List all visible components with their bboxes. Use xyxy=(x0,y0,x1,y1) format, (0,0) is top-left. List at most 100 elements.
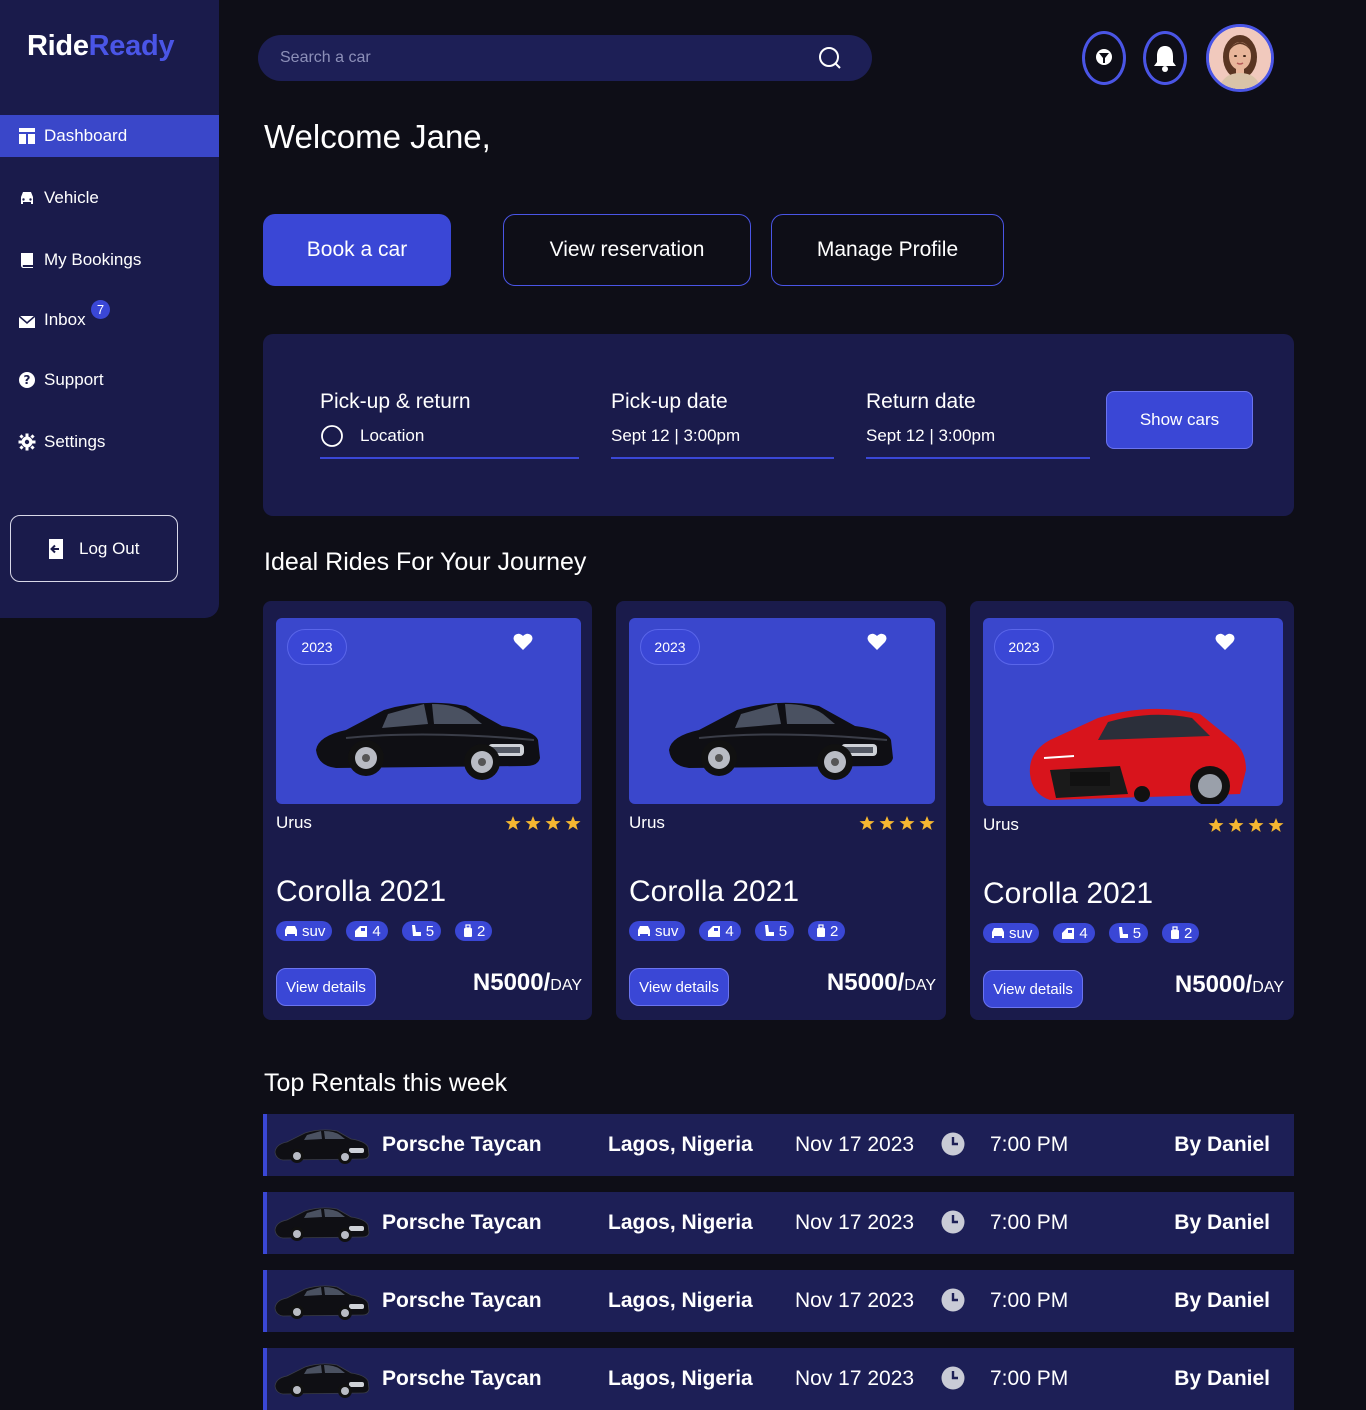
return-date-label: Return date xyxy=(866,390,976,413)
year-badge: 2023 xyxy=(640,629,700,665)
rental-time: 7:00 PM xyxy=(990,1133,1069,1156)
rental-row[interactable]: Porsche Taycan Lagos, Nigeria Nov 17 202… xyxy=(263,1114,1294,1176)
user-avatar[interactable] xyxy=(1206,24,1274,92)
return-date-value: Sept 12 | 3:00pm xyxy=(866,426,996,445)
logout-button[interactable]: Log Out xyxy=(10,515,178,582)
rental-row[interactable]: Porsche Taycan Lagos, Nigeria Nov 17 202… xyxy=(263,1270,1294,1332)
rental-location: Lagos, Nigeria xyxy=(608,1211,753,1234)
notifications-button[interactable] xyxy=(1143,31,1187,85)
car-model: Urus xyxy=(983,815,1019,834)
clock-icon xyxy=(941,1132,965,1156)
rental-car-name: Porsche Taycan xyxy=(382,1211,542,1234)
heart-icon[interactable] xyxy=(1215,633,1235,651)
inbox-count-badge: 7 xyxy=(91,300,110,319)
sidebar-item-vehicle[interactable]: Vehicle xyxy=(0,177,219,219)
spec-bags-value: 2 xyxy=(477,922,486,940)
rental-time: 7:00 PM xyxy=(990,1289,1069,1312)
sidebar-item-settings[interactable]: Settings xyxy=(0,421,219,463)
spec-doors-value: 4 xyxy=(1079,924,1088,942)
door-icon xyxy=(708,926,721,937)
car-card[interactable]: 2023 Urus Corolla 2021 suv 4 5 2 View de… xyxy=(970,601,1294,1020)
rental-owner: By Daniel xyxy=(1174,1367,1270,1390)
sidebar-item-support[interactable]: ? Support xyxy=(0,359,219,401)
car-icon xyxy=(638,926,650,936)
seat-icon xyxy=(1118,927,1128,938)
filter-button[interactable] xyxy=(1082,31,1126,85)
view-reservation-button[interactable]: View reservation xyxy=(503,214,751,286)
manage-profile-button[interactable]: Manage Profile xyxy=(771,214,1004,286)
book-car-button[interactable]: Book a car xyxy=(263,214,451,286)
pickup-location-label: Pick-up & return xyxy=(320,390,471,413)
ideal-rides-heading: Ideal Rides For Your Journey xyxy=(264,548,587,576)
year-badge: 2023 xyxy=(287,629,347,665)
car-name: Corolla 2021 xyxy=(629,875,800,908)
gear-icon xyxy=(18,433,36,451)
price-amount: N5000/ xyxy=(1174,971,1253,998)
show-cars-button[interactable]: Show cars xyxy=(1106,391,1253,449)
spec-seats-value: 5 xyxy=(425,922,435,940)
spec-seats: 5 xyxy=(754,921,795,941)
car-image-panel[interactable]: 2023 xyxy=(276,618,581,804)
star-icon xyxy=(1248,818,1264,832)
brand-logo[interactable]: RideReady xyxy=(27,30,175,63)
search-icon[interactable] xyxy=(818,46,842,70)
rental-car-name: Porsche Taycan xyxy=(382,1289,542,1312)
pickup-date-value: Sept 12 | 3:00pm xyxy=(611,426,741,445)
rental-date: Nov 17 2023 xyxy=(795,1289,915,1312)
rental-time: 7:00 PM xyxy=(990,1211,1069,1234)
seat-icon xyxy=(411,925,421,936)
spec-type-value: suv xyxy=(302,922,326,940)
mail-icon xyxy=(18,315,36,328)
spec-doors: 4 xyxy=(699,921,741,941)
spec-bags: 2 xyxy=(455,921,493,941)
view-details-button[interactable]: View details xyxy=(276,968,376,1006)
seat-icon xyxy=(764,925,774,936)
car-name: Corolla 2021 xyxy=(983,877,1154,910)
view-details-button[interactable]: View details xyxy=(983,970,1083,1008)
car-picture xyxy=(669,702,893,780)
star-icon xyxy=(525,816,541,830)
car-specs: suv 4 5 2 xyxy=(983,923,1200,943)
car-thumbnail xyxy=(274,1207,370,1242)
brand-part-2: Ready xyxy=(88,30,175,62)
sidebar: RideReady Dashboard Vehicle My Bookings … xyxy=(0,0,219,618)
car-card[interactable]: 2023 Urus Corolla 2021 suv 4 5 2 View de… xyxy=(263,601,592,1020)
rental-date: Nov 17 2023 xyxy=(795,1211,915,1234)
rental-row[interactable]: Porsche Taycan Lagos, Nigeria Nov 17 202… xyxy=(263,1192,1294,1254)
star-icon xyxy=(545,816,561,830)
spec-seats-value: 5 xyxy=(1132,924,1142,942)
view-details-button[interactable]: View details xyxy=(629,968,729,1006)
star-icon xyxy=(1228,818,1244,832)
rental-row[interactable]: Porsche Taycan Lagos, Nigeria Nov 17 202… xyxy=(263,1348,1294,1410)
avatar-portrait xyxy=(1209,27,1271,89)
car-icon xyxy=(992,928,1004,938)
car-image-panel[interactable]: 2023 xyxy=(983,618,1283,806)
heart-icon[interactable] xyxy=(867,633,887,651)
car-thumbnail xyxy=(274,1363,370,1398)
sidebar-item-my-bookings[interactable]: My Bookings xyxy=(0,239,219,281)
sidebar-item-dashboard[interactable]: Dashboard xyxy=(0,115,219,157)
sidebar-item-inbox[interactable]: Inbox 7 xyxy=(0,299,219,341)
location-circle-icon xyxy=(321,425,343,447)
welcome-heading: Welcome Jane, xyxy=(264,118,491,155)
return-date-field[interactable]: Return date Sept 12 | 3:00pm xyxy=(866,390,1090,459)
spec-seats: 5 xyxy=(1108,923,1149,943)
car-picture xyxy=(1029,708,1246,804)
sidebar-item-label: Vehicle xyxy=(44,188,99,207)
pickup-date-field[interactable]: Pick-up date Sept 12 | 3:00pm xyxy=(611,390,834,459)
sidebar-item-label: Settings xyxy=(44,432,106,451)
heart-icon[interactable] xyxy=(513,633,533,651)
spec-doors: 4 xyxy=(1053,923,1095,943)
filter-icon xyxy=(1096,49,1112,65)
bell-icon xyxy=(1154,46,1176,72)
price-unit: DAY xyxy=(550,977,582,994)
search-input[interactable] xyxy=(280,49,818,67)
spec-bags-value: 2 xyxy=(830,922,839,940)
car-image-panel[interactable]: 2023 xyxy=(629,618,935,804)
car-name: Corolla 2021 xyxy=(276,875,447,908)
price-unit: DAY xyxy=(1252,979,1284,996)
pickup-location-field[interactable]: Pick-up & return Location xyxy=(320,390,579,459)
car-specs: suv 4 5 2 xyxy=(276,921,493,941)
car-card[interactable]: 2023 Urus Corolla 2021 suv 4 5 2 View de… xyxy=(616,601,946,1020)
spec-type-value: suv xyxy=(655,922,679,940)
